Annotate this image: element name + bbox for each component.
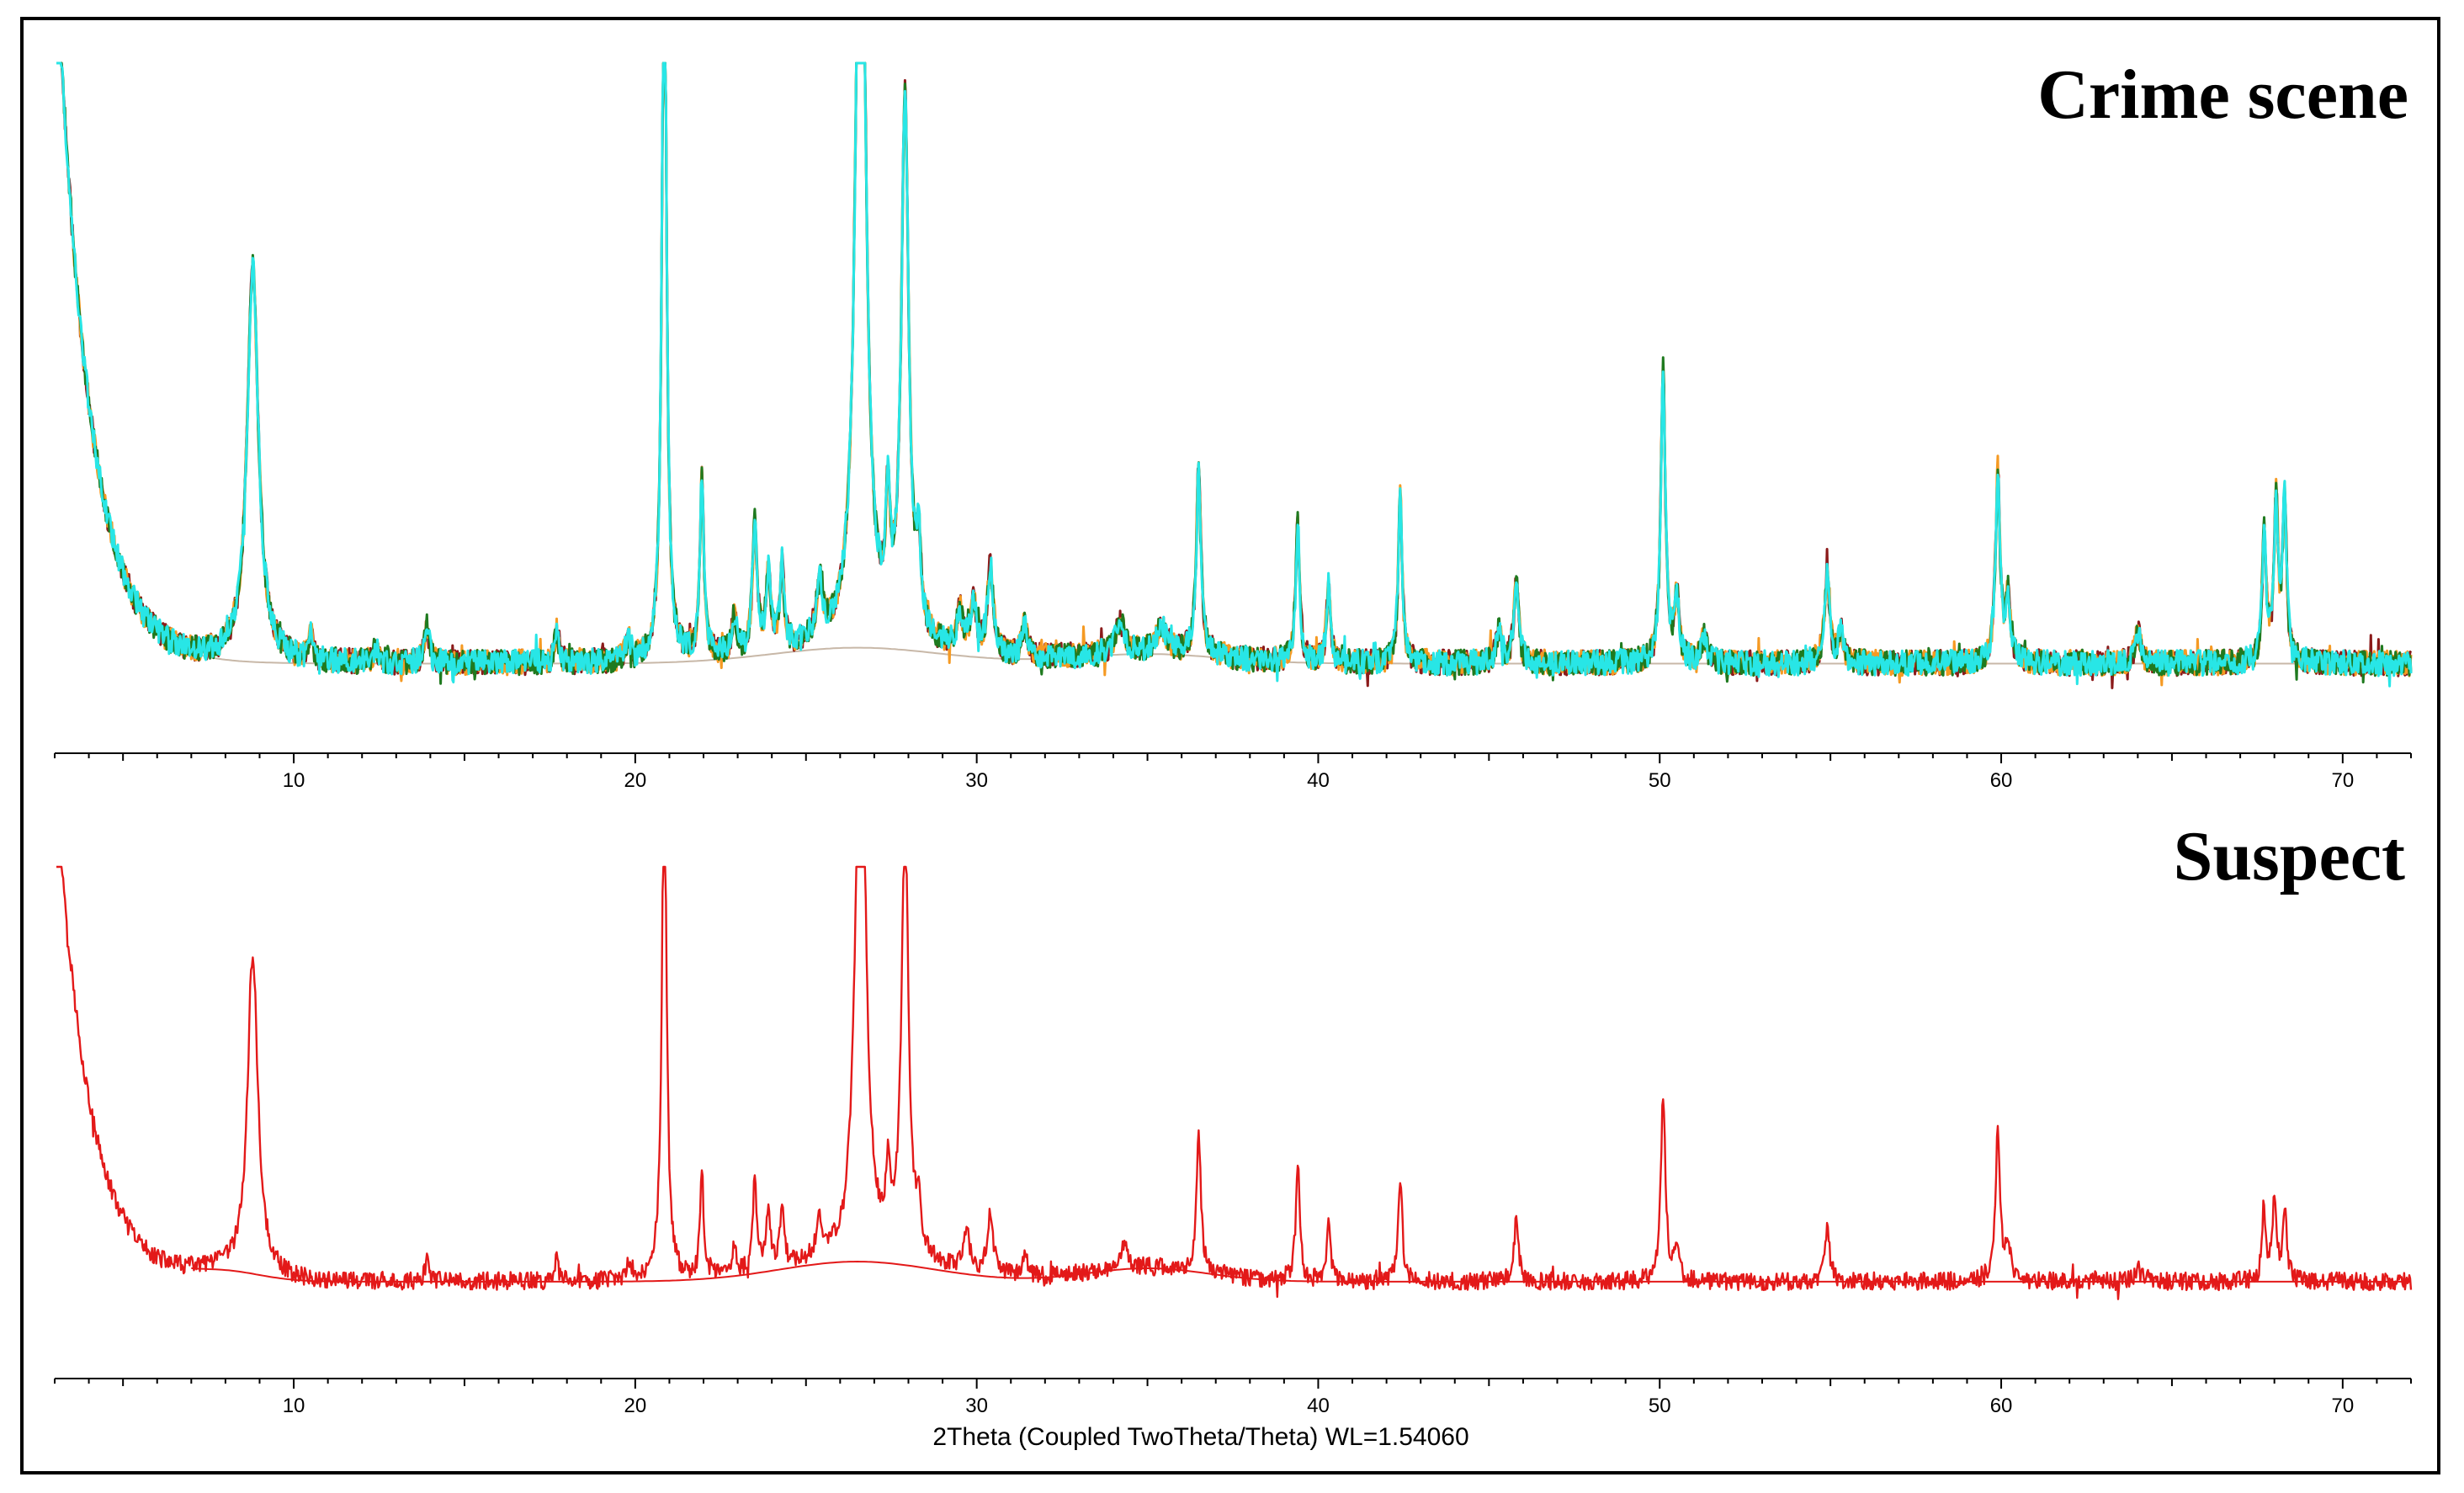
x-tick-label: 70 — [2331, 1395, 2354, 1417]
crime-scene-trace-2 — [70, 61, 2413, 687]
x-tick-label: 10 — [283, 769, 305, 792]
crime-scene-trace-1 — [56, 61, 2413, 689]
x-tick-label: 40 — [1307, 1395, 1330, 1417]
x-axis-title: 2Theta (Coupled TwoTheta/Theta) WL=1.540… — [932, 1423, 1468, 1451]
x-tick-label: 40 — [1307, 769, 1330, 792]
suspect-trace-1 — [56, 865, 2413, 1300]
x-tick-label: 50 — [1649, 1395, 1671, 1417]
crime-scene-x-ticks: 10 20 30 40 50 60 70 — [54, 753, 2412, 792]
crime-scene-title: Crime scene — [2037, 56, 2408, 134]
suspect-title: Suspect — [2174, 817, 2405, 895]
x-tick-label: 20 — [624, 1395, 647, 1417]
x-tick-label: 10 — [283, 1395, 305, 1417]
suspect-panel: 10 20 30 40 50 60 70 Suspect 2Theta (Coupled T… — [54, 817, 2413, 1451]
x-tick-label: 20 — [624, 769, 647, 792]
crime-scene-trace-4 — [56, 61, 2413, 688]
suspect-background-curve — [191, 1260, 2408, 1283]
x-tick-label: 60 — [1990, 769, 2013, 792]
x-tick-label: 30 — [965, 1395, 988, 1417]
suspect-traces — [56, 865, 2413, 1300]
x-tick-label: 30 — [965, 769, 988, 792]
suspect-x-ticks: 10 20 30 40 50 60 70 — [54, 1379, 2412, 1417]
xrd-figure: 10 20 30 40 50 60 70 Crime scene 10 20 30 40 50 60 7… — [54, 56, 2413, 1451]
x-tick-label: 70 — [2331, 769, 2354, 792]
crime-scene-trace-3 — [56, 61, 2413, 685]
crime-scene-panel: 10 20 30 40 50 60 70 Crime scene — [54, 56, 2413, 792]
x-tick-label: 60 — [1990, 1395, 2013, 1417]
crime-scene-traces — [56, 61, 2413, 689]
x-tick-label: 50 — [1649, 769, 1671, 792]
